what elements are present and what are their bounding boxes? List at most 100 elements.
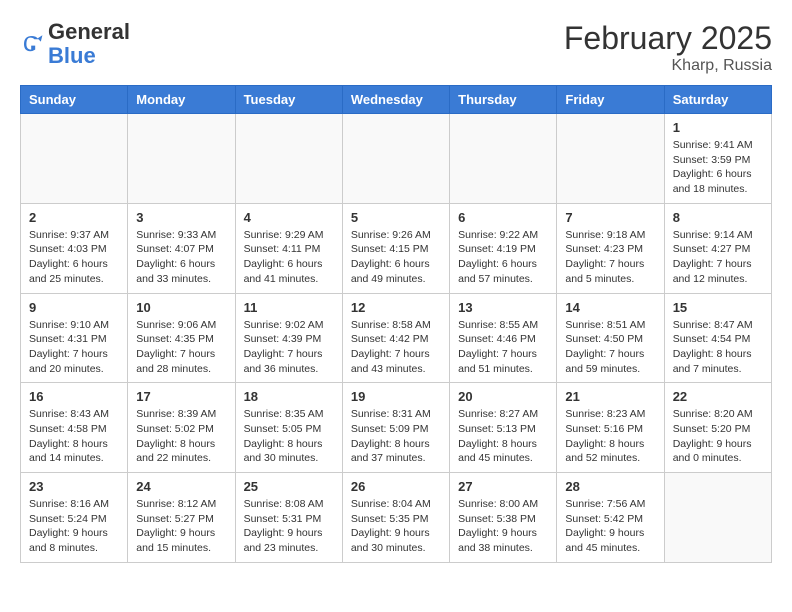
calendar-cell: 13 Sunrise: 8:55 AM Sunset: 4:46 PM Dayli… — [450, 293, 557, 383]
title-area: February 2025 Kharp, Russia — [564, 20, 772, 75]
weekday-header-wednesday: Wednesday — [342, 86, 449, 114]
day-info: Sunrise: 8:12 AM Sunset: 5:27 PM Dayligh… — [136, 497, 226, 556]
calendar-cell: 4Sunrise: 9:29 AM Sunset: 4:11 PM Daylig… — [235, 203, 342, 293]
day-info: Sunrise: 8:47 AM Sunset: 4:54 PM Dayligh… — [673, 318, 763, 377]
calendar-cell: 9Sunrise: 9:10 AM Sunset: 4:31 PM Daylig… — [21, 293, 128, 383]
day-number: 25 — [244, 479, 334, 494]
weekday-header-monday: Monday — [128, 86, 235, 114]
calendar-week-row: 23 Sunrise: 8:16 AM Sunset: 5:24 PM Dayli… — [21, 473, 772, 563]
day-info: Sunrise: 8:39 AM Sunset: 5:02 PM Dayligh… — [136, 407, 226, 466]
day-number: 10 — [136, 300, 226, 315]
day-info: Sunrise: 9:37 AM Sunset: 4:03 PM Dayligh… — [29, 228, 119, 287]
day-info: Sunrise: 8:04 AM Sunset: 5:35 PM Dayligh… — [351, 497, 441, 556]
calendar-cell: 12 Sunrise: 8:58 AM Sunset: 4:42 PM Dayli… — [342, 293, 449, 383]
calendar-cell: 5 Sunrise: 9:26 AM Sunset: 4:15 PM Daylig… — [342, 203, 449, 293]
day-info: Sunrise: 9:26 AM Sunset: 4:15 PM Dayligh… — [351, 228, 441, 287]
day-number: 18 — [244, 389, 334, 404]
day-info: Sunrise: 8:51 AM Sunset: 4:50 PM Dayligh… — [565, 318, 655, 377]
day-number: 19 — [351, 389, 441, 404]
weekday-header-friday: Friday — [557, 86, 664, 114]
calendar-cell: 28 Sunrise: 7:56 AM Sunset: 5:42 PM Dayli… — [557, 473, 664, 563]
calendar-cell: 14 Sunrise: 8:51 AM Sunset: 4:50 PM Dayli… — [557, 293, 664, 383]
day-info: Sunrise: 9:14 AM Sunset: 4:27 PM Dayligh… — [673, 228, 763, 287]
calendar-cell: 20 Sunrise: 8:27 AM Sunset: 5:13 PM Dayli… — [450, 383, 557, 473]
weekday-header-tuesday: Tuesday — [235, 86, 342, 114]
day-number: 24 — [136, 479, 226, 494]
calendar-cell — [342, 114, 449, 204]
day-number: 1 — [673, 120, 763, 135]
calendar-cell: 18 Sunrise: 8:35 AM Sunset: 5:05 PM Dayli… — [235, 383, 342, 473]
day-info: Sunrise: 9:02 AM Sunset: 4:39 PM Dayligh… — [244, 318, 334, 377]
weekday-header-sunday: Sunday — [21, 86, 128, 114]
calendar-cell: 27Sunrise: 8:00 AM Sunset: 5:38 PM Dayli… — [450, 473, 557, 563]
calendar-cell: 25Sunrise: 8:08 AM Sunset: 5:31 PM Dayli… — [235, 473, 342, 563]
day-number: 22 — [673, 389, 763, 404]
day-info: Sunrise: 8:27 AM Sunset: 5:13 PM Dayligh… — [458, 407, 548, 466]
day-number: 20 — [458, 389, 548, 404]
day-number: 14 — [565, 300, 655, 315]
day-number: 3 — [136, 210, 226, 225]
calendar-table: SundayMondayTuesdayWednesdayThursdayFrid… — [20, 85, 772, 563]
calendar-cell: 7 Sunrise: 9:18 AM Sunset: 4:23 PM Daylig… — [557, 203, 664, 293]
day-info: Sunrise: 8:55 AM Sunset: 4:46 PM Dayligh… — [458, 318, 548, 377]
calendar-cell: 23 Sunrise: 8:16 AM Sunset: 5:24 PM Dayli… — [21, 473, 128, 563]
day-number: 13 — [458, 300, 548, 315]
day-number: 28 — [565, 479, 655, 494]
calendar-cell: 11 Sunrise: 9:02 AM Sunset: 4:39 PM Dayli… — [235, 293, 342, 383]
calendar-cell: 26 Sunrise: 8:04 AM Sunset: 5:35 PM Dayli… — [342, 473, 449, 563]
day-number: 12 — [351, 300, 441, 315]
calendar-cell: 16 Sunrise: 8:43 AM Sunset: 4:58 PM Dayli… — [21, 383, 128, 473]
calendar-cell: 22Sunrise: 8:20 AM Sunset: 5:20 PM Dayli… — [664, 383, 771, 473]
page-header: General Blue February 2025 Kharp, Russia — [20, 20, 772, 75]
day-info: Sunrise: 9:33 AM Sunset: 4:07 PM Dayligh… — [136, 228, 226, 287]
day-number: 8 — [673, 210, 763, 225]
day-info: Sunrise: 8:23 AM Sunset: 5:16 PM Dayligh… — [565, 407, 655, 466]
day-info: Sunrise: 8:16 AM Sunset: 5:24 PM Dayligh… — [29, 497, 119, 556]
day-info: Sunrise: 9:22 AM Sunset: 4:19 PM Dayligh… — [458, 228, 548, 287]
day-info: Sunrise: 8:31 AM Sunset: 5:09 PM Dayligh… — [351, 407, 441, 466]
day-info: Sunrise: 9:29 AM Sunset: 4:11 PM Dayligh… — [244, 228, 334, 287]
day-number: 26 — [351, 479, 441, 494]
day-number: 17 — [136, 389, 226, 404]
day-number: 16 — [29, 389, 119, 404]
day-number: 6 — [458, 210, 548, 225]
day-info: Sunrise: 8:35 AM Sunset: 5:05 PM Dayligh… — [244, 407, 334, 466]
calendar-cell — [128, 114, 235, 204]
day-number: 23 — [29, 479, 119, 494]
day-info: Sunrise: 8:00 AM Sunset: 5:38 PM Dayligh… — [458, 497, 548, 556]
calendar-cell — [664, 473, 771, 563]
calendar-cell — [21, 114, 128, 204]
logo-text: General Blue — [48, 20, 130, 68]
calendar-cell — [450, 114, 557, 204]
calendar-week-row: 1 Sunrise: 9:41 AM Sunset: 3:59 PM Daylig… — [21, 114, 772, 204]
day-info: Sunrise: 8:58 AM Sunset: 4:42 PM Dayligh… — [351, 318, 441, 377]
day-number: 7 — [565, 210, 655, 225]
day-number: 5 — [351, 210, 441, 225]
calendar-cell: 3 Sunrise: 9:33 AM Sunset: 4:07 PM Daylig… — [128, 203, 235, 293]
calendar-cell: 21Sunrise: 8:23 AM Sunset: 5:16 PM Dayli… — [557, 383, 664, 473]
weekday-header-thursday: Thursday — [450, 86, 557, 114]
weekday-header-saturday: Saturday — [664, 86, 771, 114]
day-info: Sunrise: 9:18 AM Sunset: 4:23 PM Dayligh… — [565, 228, 655, 287]
calendar-cell: 24 Sunrise: 8:12 AM Sunset: 5:27 PM Dayli… — [128, 473, 235, 563]
day-number: 11 — [244, 300, 334, 315]
day-number: 15 — [673, 300, 763, 315]
day-info: Sunrise: 9:41 AM Sunset: 3:59 PM Dayligh… — [673, 138, 763, 197]
location-subtitle: Kharp, Russia — [564, 57, 772, 75]
calendar-header-row: SundayMondayTuesdayWednesdayThursdayFrid… — [21, 86, 772, 114]
day-info: Sunrise: 8:43 AM Sunset: 4:58 PM Dayligh… — [29, 407, 119, 466]
calendar-cell: 1 Sunrise: 9:41 AM Sunset: 3:59 PM Daylig… — [664, 114, 771, 204]
logo-icon — [20, 32, 44, 56]
calendar-cell: 10Sunrise: 9:06 AM Sunset: 4:35 PM Dayli… — [128, 293, 235, 383]
calendar-cell: 8 Sunrise: 9:14 AM Sunset: 4:27 PM Daylig… — [664, 203, 771, 293]
calendar-cell — [235, 114, 342, 204]
calendar-week-row: 9Sunrise: 9:10 AM Sunset: 4:31 PM Daylig… — [21, 293, 772, 383]
logo-blue: Blue — [48, 43, 96, 68]
calendar-cell: 15 Sunrise: 8:47 AM Sunset: 4:54 PM Dayli… — [664, 293, 771, 383]
logo-general: General — [48, 19, 130, 44]
calendar-cell — [557, 114, 664, 204]
month-year-title: February 2025 — [564, 20, 772, 57]
calendar-cell: 19 Sunrise: 8:31 AM Sunset: 5:09 PM Dayli… — [342, 383, 449, 473]
day-info: Sunrise: 7:56 AM Sunset: 5:42 PM Dayligh… — [565, 497, 655, 556]
calendar-cell: 17 Sunrise: 8:39 AM Sunset: 5:02 PM Dayli… — [128, 383, 235, 473]
